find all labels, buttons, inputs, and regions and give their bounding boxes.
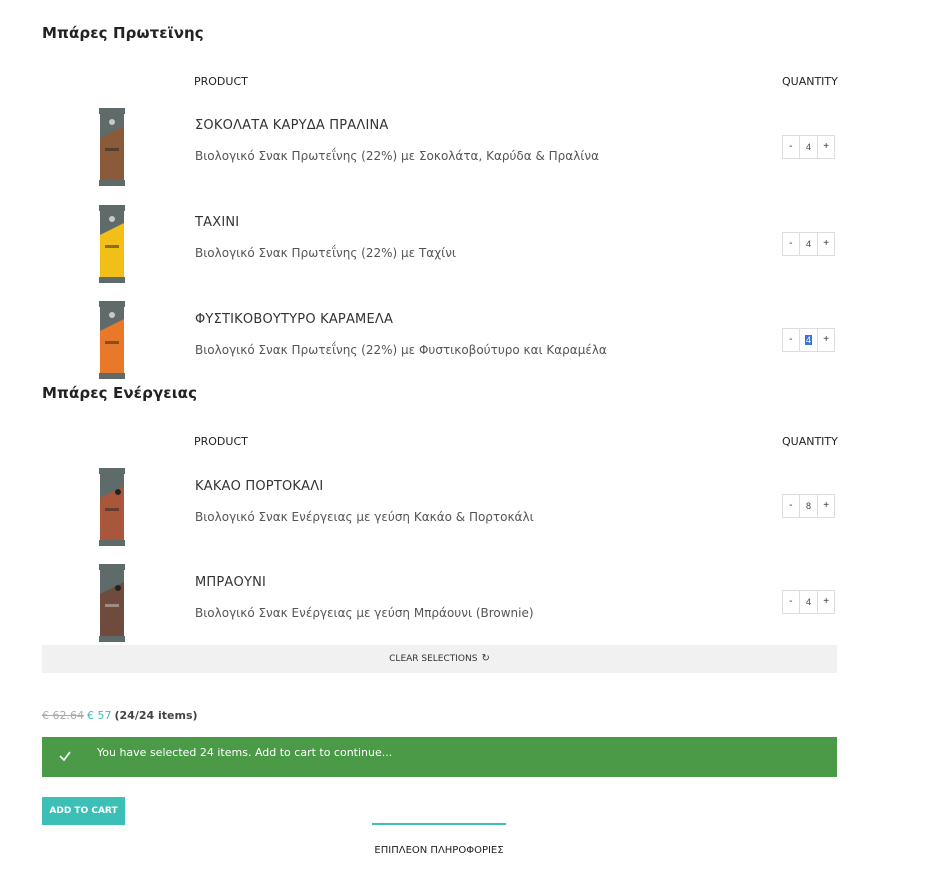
decrement-button[interactable]: -	[783, 329, 799, 351]
clear-selections-label: CLEAR SELECTIONS	[389, 654, 478, 664]
product-row: ΤΑΧΙΝΙ Βιολογικό Σνακ Πρωτεΐνης (22%) με…	[42, 205, 837, 295]
quantity-stepper: - 4 +	[782, 232, 835, 256]
success-notice: You have selected 24 items. Add to cart …	[42, 737, 837, 777]
quantity-stepper: - 8 +	[782, 494, 835, 518]
quantity-input[interactable]: 4	[798, 591, 819, 613]
checkmark-icon	[59, 751, 71, 762]
product-description: Βιολογικό Σνακ Πρωτεΐνης (22%) με Ταχίνι	[195, 246, 456, 260]
product-name: ΜΠΡΑΟΥΝΙ	[195, 575, 267, 590]
product-name: ΚΑΚΑΟ ΠΟΡΤΟΚΑΛΙ	[195, 479, 324, 494]
clear-selections-button[interactable]: CLEAR SELECTIONS ↻	[42, 645, 837, 673]
product-image	[96, 468, 128, 546]
product-row: ΜΠΡΑΟΥΝΙ Βιολογικό Σνακ Ενέργειας με γεύ…	[42, 564, 837, 654]
add-to-cart-button[interactable]: ADD TO CART	[42, 797, 125, 825]
column-header-product: PRODUCT	[194, 75, 248, 88]
product-image	[96, 564, 128, 642]
product-description: Βιολογικό Σνακ Πρωτεΐνης (22%) με Σοκολά…	[195, 149, 599, 163]
tab-more-info[interactable]: ΕΠΙΠΛΕΟΝ ΠΛΗΡΟΦΟΡΙΕΣ	[372, 823, 506, 856]
section-title: Μπάρες Ενέργειας	[42, 384, 198, 402]
price-summary: € 62.64 € 57 (24/24 items)	[42, 709, 198, 722]
product-image	[96, 205, 128, 283]
notice-message: You have selected 24 items. Add to cart …	[97, 746, 393, 759]
column-header-quantity: QUANTITY	[782, 75, 838, 88]
increment-button[interactable]: +	[818, 136, 834, 158]
quantity-value: 4	[805, 335, 813, 345]
product-description: Βιολογικό Σνακ Ενέργειας με γεύση Μπράου…	[195, 606, 534, 620]
quantity-input[interactable]: 8	[798, 495, 819, 517]
product-row: ΦΥΣΤΙΚΟΒΟΥΤΥΡΟ ΚΑΡΑΜΕΛΑ Βιολογικό Σνακ Π…	[42, 301, 837, 391]
refresh-icon: ↻	[481, 653, 490, 664]
column-header-product: PRODUCT	[194, 435, 248, 448]
new-price: € 57	[87, 709, 112, 722]
column-header-quantity: QUANTITY	[782, 435, 838, 448]
product-image	[96, 108, 128, 186]
decrement-button[interactable]: -	[783, 495, 799, 517]
product-description: Βιολογικό Σνακ Πρωτεΐνης (22%) με Φυστικ…	[195, 343, 607, 357]
increment-button[interactable]: +	[818, 233, 834, 255]
section-title: Μπάρες Πρωτεϊνης	[42, 24, 204, 42]
product-image	[96, 301, 128, 379]
quantity-input[interactable]: 4	[798, 329, 819, 351]
decrement-button[interactable]: -	[783, 233, 799, 255]
product-name: ΦΥΣΤΙΚΟΒΟΥΤΥΡΟ ΚΑΡΑΜΕΛΑ	[195, 312, 394, 327]
old-price: € 62.64	[42, 709, 84, 722]
quantity-input[interactable]: 4	[798, 233, 819, 255]
quantity-input[interactable]: 4	[798, 136, 819, 158]
increment-button[interactable]: +	[818, 495, 834, 517]
increment-button[interactable]: +	[818, 329, 834, 351]
product-description: Βιολογικό Σνακ Ενέργειας με γεύση Κακάο …	[195, 510, 534, 524]
product-name: ΤΑΧΙΝΙ	[195, 215, 240, 230]
quantity-stepper: - 4 +	[782, 590, 835, 614]
product-row: ΚΑΚΑΟ ΠΟΡΤΟΚΑΛΙ Βιολογικό Σνακ Ενέργειας…	[42, 468, 837, 558]
increment-button[interactable]: +	[818, 591, 834, 613]
quantity-stepper: - 4 +	[782, 328, 835, 352]
product-name: ΣΟΚΟΛΑΤΑ ΚΑΡΥΔΑ ΠΡΑΛΙΝΑ	[195, 118, 389, 133]
item-count: (24/24 items)	[114, 709, 198, 722]
decrement-button[interactable]: -	[783, 136, 799, 158]
quantity-stepper: - 4 +	[782, 135, 835, 159]
decrement-button[interactable]: -	[783, 591, 799, 613]
product-row: ΣΟΚΟΛΑΤΑ ΚΑΡΥΔΑ ΠΡΑΛΙΝΑ Βιολογικό Σνακ Π…	[42, 108, 837, 198]
